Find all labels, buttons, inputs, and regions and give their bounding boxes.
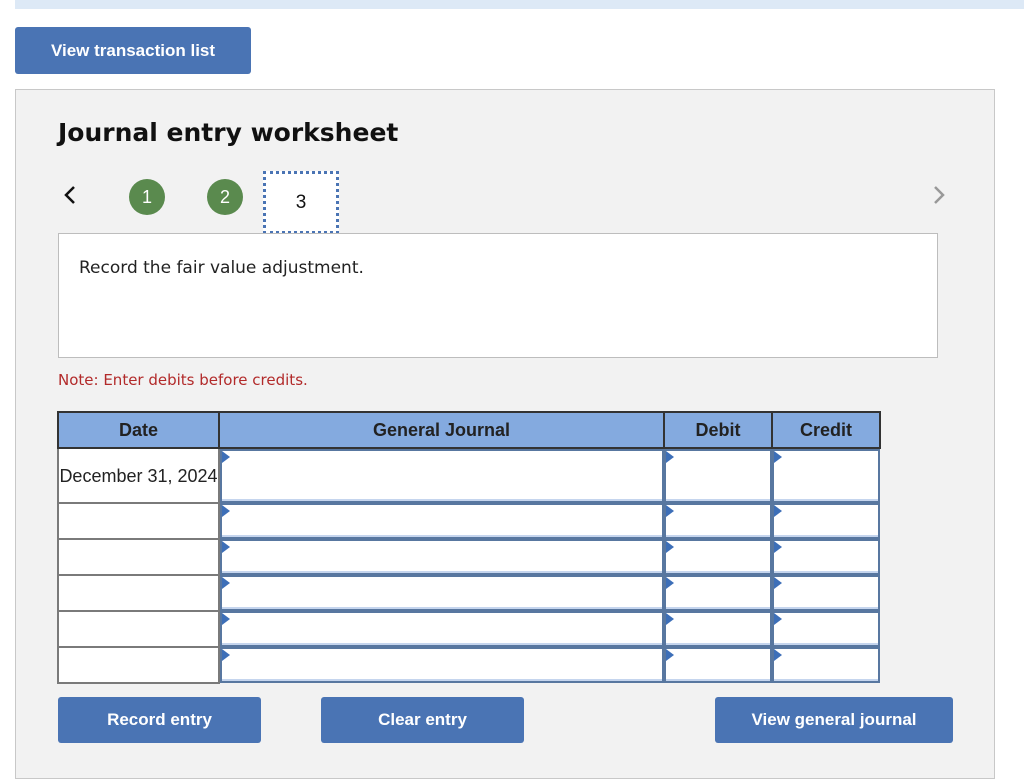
debit-input[interactable] xyxy=(666,505,770,537)
top-banner xyxy=(15,0,1024,9)
table-row xyxy=(57,538,880,576)
view-general-journal-button[interactable]: View general journal xyxy=(715,697,953,743)
table-row xyxy=(57,646,880,684)
instruction-text: Record the fair value adjustment. xyxy=(79,258,364,278)
credit-input[interactable] xyxy=(774,649,878,681)
table-row: December 31, 2024 xyxy=(57,447,880,504)
journal-table: Date General Journal Debit Credit Decemb… xyxy=(57,411,881,684)
table-row xyxy=(57,502,880,540)
clear-entry-button[interactable]: Clear entry xyxy=(321,697,524,743)
debit-input[interactable] xyxy=(666,649,770,681)
account-input[interactable] xyxy=(222,613,662,645)
previous-arrow-icon[interactable] xyxy=(60,180,82,210)
debit-input[interactable] xyxy=(666,451,770,501)
table-row xyxy=(57,610,880,648)
step-2-complete[interactable]: 2 xyxy=(207,179,243,215)
header-general-journal: General Journal xyxy=(218,411,665,449)
header-debit: Debit xyxy=(663,411,773,449)
date-cell[interactable] xyxy=(57,574,220,612)
debit-input[interactable] xyxy=(666,613,770,645)
step-1-complete[interactable]: 1 xyxy=(129,179,165,215)
view-transaction-list-button[interactable]: View transaction list xyxy=(15,27,251,74)
credit-input[interactable] xyxy=(774,613,878,645)
header-date: Date xyxy=(57,411,220,449)
date-cell[interactable]: December 31, 2024 xyxy=(57,447,220,504)
credit-input[interactable] xyxy=(774,541,878,573)
account-input[interactable] xyxy=(222,505,662,537)
account-input[interactable] xyxy=(222,541,662,573)
account-input[interactable] xyxy=(222,451,662,501)
instruction-box: Record the fair value adjustment. xyxy=(58,233,938,358)
debit-input[interactable] xyxy=(666,577,770,609)
header-credit: Credit xyxy=(771,411,881,449)
date-cell[interactable] xyxy=(57,502,220,540)
next-arrow-icon[interactable] xyxy=(928,180,950,210)
note-text: Note: Enter debits before credits. xyxy=(58,371,308,389)
date-cell[interactable] xyxy=(57,646,220,684)
table-row xyxy=(57,574,880,612)
record-entry-button[interactable]: Record entry xyxy=(58,697,261,743)
date-cell[interactable] xyxy=(57,538,220,576)
credit-input[interactable] xyxy=(774,451,878,501)
account-input[interactable] xyxy=(222,649,662,681)
debit-input[interactable] xyxy=(666,541,770,573)
account-input[interactable] xyxy=(222,577,662,609)
credit-input[interactable] xyxy=(774,577,878,609)
credit-input[interactable] xyxy=(774,505,878,537)
step-3-current[interactable]: 3 xyxy=(263,171,339,234)
date-cell[interactable] xyxy=(57,610,220,648)
worksheet-title: Journal entry worksheet xyxy=(58,118,399,147)
